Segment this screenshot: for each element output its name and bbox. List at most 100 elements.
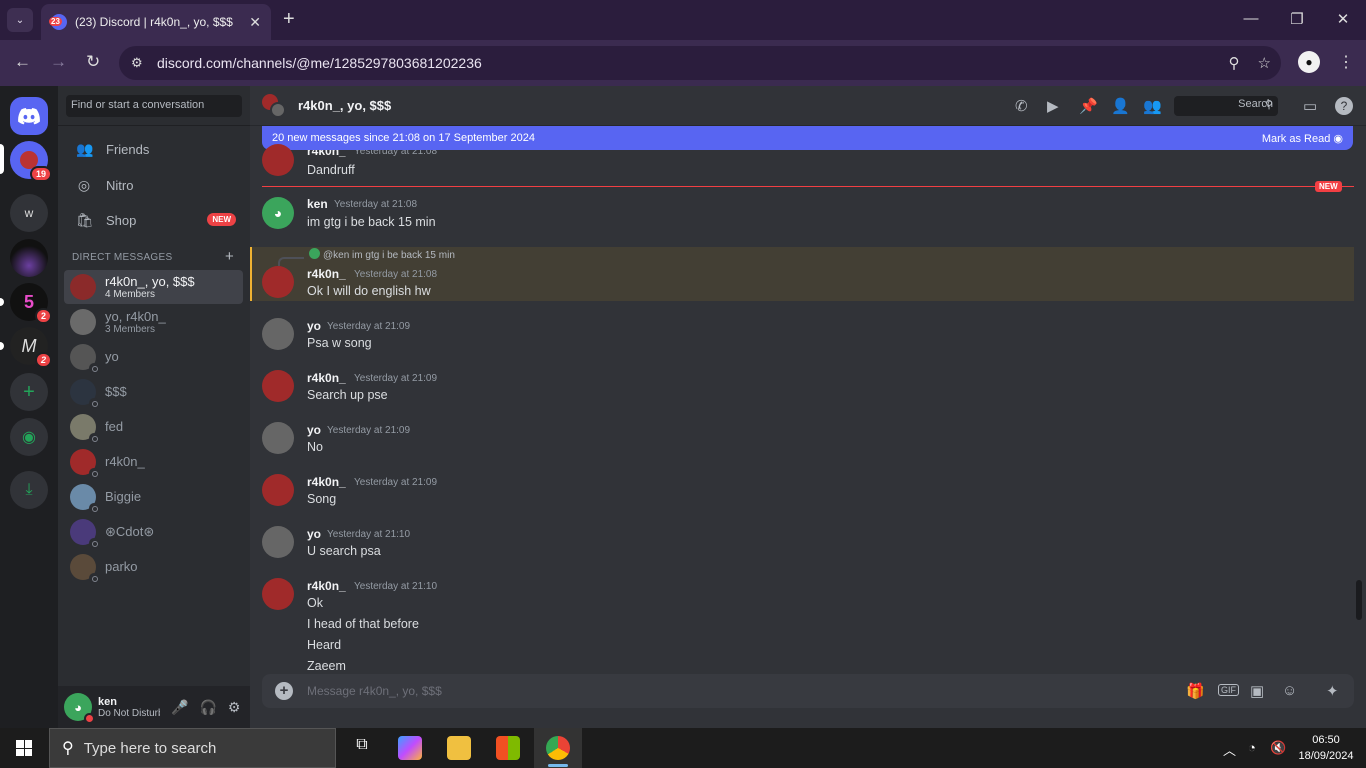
server-5-icon[interactable]: 5 2	[10, 283, 52, 324]
system-clock[interactable]: 06:50 18/09/2024	[1292, 732, 1360, 764]
new-tab-button[interactable]: +	[283, 9, 295, 29]
dm-item-biggie[interactable]: Biggie	[64, 480, 243, 514]
author-avatar[interactable]	[262, 578, 294, 610]
dm-item-fed[interactable]: fed	[64, 410, 243, 444]
server-m-icon[interactable]: M 2	[10, 327, 52, 368]
mark-as-read-button[interactable]: Mark as Read ◉	[1262, 132, 1343, 145]
message-author[interactable]: yo	[307, 423, 321, 437]
download-icon[interactable]: ⤓	[10, 471, 48, 509]
inbox-icon[interactable]: ▭	[1303, 97, 1317, 115]
windows-start-icon[interactable]	[16, 740, 32, 756]
create-dm-icon[interactable]: +	[225, 248, 234, 265]
minimize-button[interactable]: —	[1241, 10, 1261, 27]
restore-button[interactable]: ❐	[1287, 10, 1307, 28]
server-w-icon[interactable]: w	[10, 194, 48, 232]
reply-preview[interactable]: @ken im gtg i be back 15 min	[309, 248, 455, 261]
message-composer[interactable]: + Message r4k0n_, yo, $$$ 🎁 GIF ▣ ☺ ✦	[262, 674, 1354, 708]
taskbar-search-box[interactable]: ⚲ Type here to search	[49, 728, 336, 768]
new-tag: NEW	[1315, 181, 1342, 192]
zoom-icon[interactable]: ⚲	[1229, 54, 1240, 72]
url-text[interactable]: discord.com/channels/@me/128529780368120…	[157, 55, 1211, 71]
volume-muted-icon[interactable]: 🔇	[1270, 740, 1286, 756]
dm-name: r4k0n_	[105, 455, 145, 469]
headphones-icon[interactable]: 🎧	[199, 699, 216, 716]
dm-name: ⊛Cdot⊛	[105, 525, 155, 539]
add-server-icon[interactable]: +	[10, 373, 48, 411]
group-avatar	[70, 274, 96, 300]
dm-name: Biggie	[105, 490, 142, 504]
discover-compass-icon[interactable]: ◉	[10, 418, 48, 456]
author-avatar[interactable]	[262, 422, 294, 454]
emoji-icon[interactable]: ☺	[1282, 682, 1297, 699]
group-avatar	[262, 94, 286, 118]
message-author[interactable]: r4k0n_	[307, 267, 346, 281]
sticker-icon[interactable]: ▣	[1250, 682, 1264, 700]
new-messages-banner[interactable]: 20 new messages since 21:08 on 17 Septem…	[262, 126, 1353, 150]
find-conversation-input[interactable]: Find or start a conversation	[66, 95, 242, 117]
file-explorer-icon[interactable]	[447, 736, 471, 760]
author-avatar[interactable]	[262, 526, 294, 558]
pinned-messages-icon[interactable]: 📌	[1079, 97, 1098, 115]
author-avatar[interactable]	[262, 318, 294, 350]
discord-home-icon[interactable]	[10, 97, 48, 135]
help-icon[interactable]: ?	[1335, 97, 1353, 115]
member-list-icon[interactable]: 👥	[1143, 97, 1162, 115]
tab-search-button[interactable]: ⌄	[7, 8, 33, 32]
nav-nitro[interactable]: ◎ Nitro	[66, 169, 242, 201]
message-author[interactable]: yo	[307, 319, 321, 333]
back-button[interactable]: ←	[14, 52, 31, 72]
group-dm-icon[interactable]: 19	[10, 141, 52, 182]
author-avatar[interactable]: ◕	[262, 197, 294, 229]
settings-gear-icon[interactable]: ⚙	[228, 699, 241, 716]
chrome-menu-icon[interactable]: ⋮	[1338, 52, 1354, 72]
microsoft-store-icon[interactable]	[496, 736, 520, 760]
user-avatar[interactable]: ◕	[64, 693, 95, 724]
message-author[interactable]: r4k0n_	[307, 475, 346, 489]
message-input[interactable]: Message r4k0n_, yo, $$$	[307, 684, 442, 698]
omnibox[interactable]: ⚙ discord.com/channels/@me/1285297803681…	[119, 46, 1281, 80]
wifi-icon[interactable]: ◔	[1248, 740, 1256, 755]
gift-icon[interactable]: 🎁	[1186, 682, 1205, 700]
dm-item-group1[interactable]: r4k0n_, yo, $$$ 4 Members	[64, 270, 243, 304]
author-avatar[interactable]	[262, 266, 294, 298]
add-friends-icon[interactable]: 👤	[1111, 97, 1130, 115]
chat-header: r4k0n_, yo, $$$ ✆ ▶ 📌 👤 👥 Search ⚲ ▭ ?	[250, 86, 1366, 126]
dm-item-cdot[interactable]: ⊛Cdot⊛	[64, 515, 243, 549]
profile-avatar[interactable]: ●	[1298, 51, 1320, 73]
bookmark-star-icon[interactable]: ☆	[1258, 54, 1271, 72]
close-tab-icon[interactable]: ✕	[249, 14, 261, 31]
apps-icon[interactable]: ✦	[1326, 682, 1339, 700]
nav-shop[interactable]: 🛍 Shop NEW	[66, 204, 242, 236]
forward-button[interactable]: →	[50, 52, 67, 72]
message-author[interactable]: yo	[307, 527, 321, 541]
nav-friends[interactable]: 👥 Friends	[66, 133, 242, 165]
close-window-button[interactable]: ✕	[1333, 10, 1353, 28]
copilot-icon[interactable]	[398, 736, 422, 760]
site-info-icon[interactable]: ⚙	[131, 55, 149, 71]
chat-area: r4k0n_, yo, $$$ ✆ ▶ 📌 👤 👥 Search ⚲ ▭ ? 20…	[250, 86, 1366, 728]
tray-chevron-icon[interactable]: ︿	[1223, 740, 1236, 759]
message-author[interactable]: r4k0n_	[307, 371, 346, 385]
dm-item-r4k0n[interactable]: r4k0n_	[64, 445, 243, 479]
author-avatar[interactable]	[262, 474, 294, 506]
message-author[interactable]: r4k0n_	[307, 579, 346, 593]
voice-call-icon[interactable]: ✆	[1015, 97, 1028, 115]
dm-item-parko[interactable]: parko	[64, 550, 243, 584]
server-dark-icon[interactable]	[10, 239, 48, 277]
task-view-icon[interactable]: ⧉	[350, 736, 374, 760]
message-author[interactable]: ken	[307, 197, 328, 211]
dm-item-group2[interactable]: yo, r4k0n_ 3 Members	[64, 305, 243, 339]
mute-mic-icon[interactable]: 🎤	[171, 699, 188, 716]
author-avatar[interactable]	[262, 144, 294, 176]
reload-button[interactable]: ↻	[86, 52, 100, 72]
browser-tab[interactable]: 23 (23) Discord | r4k0n_, yo, $$$ ✕	[41, 4, 271, 40]
video-call-icon[interactable]: ▶	[1047, 97, 1059, 115]
dm-item-money[interactable]: $$$	[64, 375, 243, 409]
gif-icon[interactable]: GIF	[1218, 684, 1239, 696]
author-avatar[interactable]	[262, 370, 294, 402]
upload-plus-icon[interactable]: +	[275, 682, 293, 700]
dm-item-yo[interactable]: yo	[64, 340, 243, 374]
chat-search-input[interactable]: Search ⚲	[1174, 96, 1278, 116]
scrollbar-thumb[interactable]	[1356, 580, 1362, 620]
chrome-taskbar-button[interactable]	[534, 728, 582, 768]
